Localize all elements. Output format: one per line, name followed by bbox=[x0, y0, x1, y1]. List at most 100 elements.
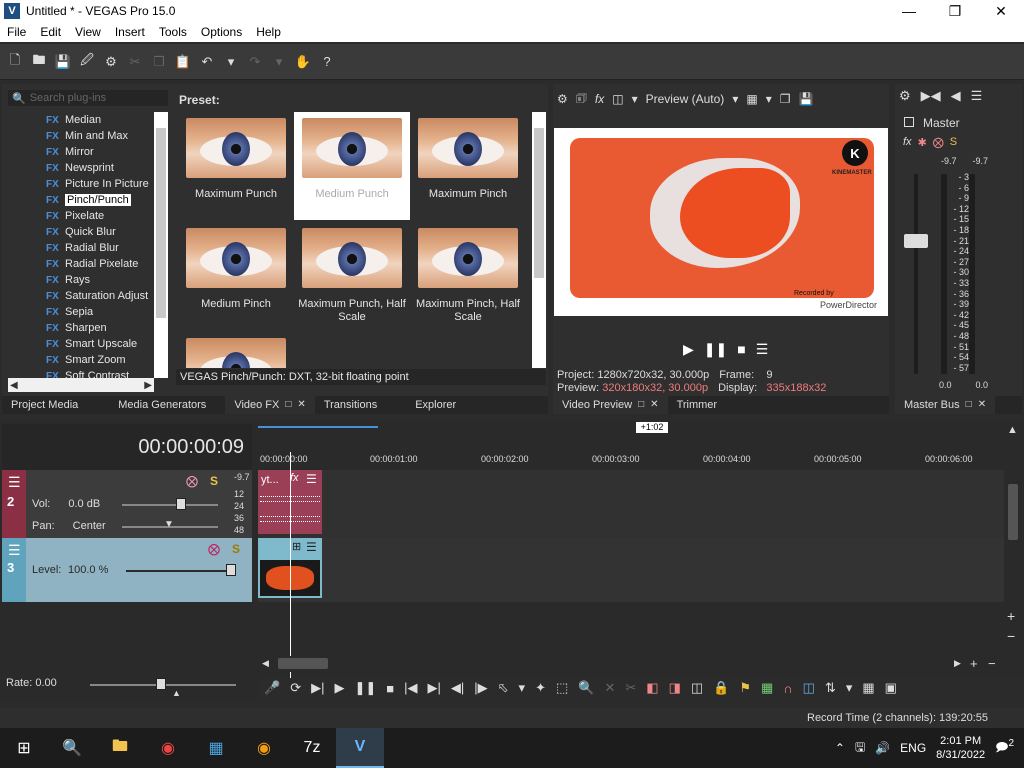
minimize-button[interactable]: — bbox=[886, 0, 932, 22]
track-menu-icon[interactable]: ☰ bbox=[8, 474, 21, 491]
save-snapshot-icon[interactable]: 💾 bbox=[798, 92, 813, 106]
plugin-item[interactable]: FX Picture In Picture bbox=[8, 176, 154, 192]
loop-region-bar[interactable]: +1:02 bbox=[258, 422, 1004, 436]
next-frame-icon[interactable]: |▶ bbox=[474, 680, 487, 696]
plugin-list-scrollbar[interactable] bbox=[154, 112, 168, 378]
volume-slider[interactable] bbox=[122, 504, 218, 506]
maximize-button[interactable]: ❐ bbox=[932, 0, 978, 22]
master-fx-icon[interactable]: fx bbox=[903, 136, 912, 149]
menu-file[interactable]: File bbox=[0, 25, 33, 39]
scroll-left-icon[interactable]: ◀ bbox=[10, 380, 18, 391]
undock-icon[interactable]: □ bbox=[966, 396, 972, 414]
tab-explorer[interactable]: Explorer bbox=[406, 396, 465, 414]
undock-icon[interactable]: □ bbox=[285, 396, 291, 414]
ignore-grouping-icon[interactable]: ▣ bbox=[885, 680, 897, 696]
chrome-icon[interactable]: ◉ bbox=[144, 728, 192, 768]
save-icon[interactable]: 💾 bbox=[54, 53, 72, 71]
new-file-icon[interactable]: 🗋 bbox=[6, 52, 24, 71]
master-solo-icon[interactable]: S bbox=[950, 136, 957, 149]
plugin-list-hscrollbar[interactable]: ◀ ▶ bbox=[8, 378, 154, 392]
menu-icon[interactable]: ☰ bbox=[756, 341, 769, 358]
close-tab-icon[interactable]: ✕ bbox=[650, 396, 658, 414]
clip-menu-icon[interactable]: ☰ bbox=[306, 472, 317, 486]
preset-tile[interactable]: Maximum Pinch, Half Scale bbox=[410, 222, 526, 330]
preset-tile[interactable]: Medium Pinch bbox=[178, 222, 294, 330]
mute-icon[interactable]: ⨂ bbox=[186, 474, 198, 488]
loop-playback-icon[interactable]: ⟳ bbox=[290, 680, 301, 696]
record-icon[interactable]: 🎤 bbox=[264, 680, 280, 696]
file-explorer-icon[interactable]: 🖿 bbox=[96, 728, 144, 768]
undo-icon[interactable]: ↶ bbox=[198, 53, 216, 71]
plugin-item[interactable]: FX Sepia bbox=[8, 304, 154, 320]
preset-tile[interactable]: Maximum Punch, Half Scale bbox=[294, 222, 410, 330]
settings-gear-icon[interactable]: ⚙ bbox=[102, 53, 120, 71]
plugin-item[interactable]: FX Smart Upscale bbox=[8, 336, 154, 352]
open-folder-icon[interactable]: 🖿 bbox=[30, 52, 48, 71]
dim-output-icon[interactable]: ◀ bbox=[951, 88, 961, 104]
scrollbar-thumb[interactable] bbox=[156, 128, 166, 318]
clip-menu-icon[interactable]: ☰ bbox=[306, 540, 317, 554]
menu-options[interactable]: Options bbox=[194, 25, 249, 39]
plugin-item[interactable]: FX Rays bbox=[8, 272, 154, 288]
level-slider[interactable] bbox=[126, 570, 236, 572]
master-bypass-icon[interactable]: ✱ bbox=[918, 136, 927, 149]
plugin-item[interactable]: FX Sharpen bbox=[8, 320, 154, 336]
notification-icon[interactable]: 🗩2 bbox=[995, 738, 1014, 759]
menu-insert[interactable]: Insert bbox=[108, 25, 152, 39]
preview-fx-icon[interactable]: fx bbox=[595, 92, 604, 106]
ripple-dropdown-icon[interactable]: ▾ bbox=[846, 680, 853, 696]
zoom-out-icon[interactable]: − bbox=[1007, 628, 1015, 644]
zoom-out-time-icon[interactable]: − bbox=[988, 656, 996, 671]
cut-icon[interactable]: ✂ bbox=[126, 53, 144, 71]
vegas-pro-taskbar-icon[interactable]: V bbox=[336, 728, 384, 768]
scroll-right-icon[interactable]: ▶ bbox=[144, 380, 152, 391]
pause-icon[interactable]: ❚❚ bbox=[354, 680, 376, 696]
search-icon[interactable]: 🔍 bbox=[48, 728, 96, 768]
redo-icon[interactable]: ↷ bbox=[246, 53, 264, 71]
redo-dropdown-icon[interactable]: ▾ bbox=[270, 53, 288, 71]
play-from-start-icon[interactable]: ▶| bbox=[311, 680, 324, 696]
plugin-item[interactable]: FX Min and Max bbox=[8, 128, 154, 144]
preset-tile[interactable]: Maximum Punch bbox=[178, 112, 294, 220]
split-screen-icon[interactable]: ◫ bbox=[612, 92, 623, 106]
ripple-edit-icon[interactable]: ⇅ bbox=[825, 680, 836, 696]
language-indicator[interactable]: ENG bbox=[900, 741, 926, 755]
master-fader-knob[interactable] bbox=[904, 234, 928, 248]
close-tab-icon[interactable]: ✕ bbox=[297, 396, 305, 414]
previous-frame-icon[interactable]: ◀| bbox=[451, 680, 464, 696]
preview-quality-select[interactable]: Preview (Auto) bbox=[646, 92, 725, 106]
master-fader-track[interactable] bbox=[914, 174, 918, 374]
master-settings-icon[interactable]: ⚙ bbox=[899, 88, 911, 104]
undock-icon[interactable]: □ bbox=[638, 396, 644, 414]
scroll-right-icon[interactable]: ▶ bbox=[954, 658, 961, 669]
scroll-left-icon[interactable]: ◀ bbox=[262, 658, 269, 669]
preview-video-frame[interactable]: K KINEMASTER Recorded by PowerDirector bbox=[554, 128, 888, 316]
lock-envelopes-icon[interactable]: ▦ bbox=[862, 680, 874, 696]
scrollbar-thumb[interactable] bbox=[534, 128, 544, 278]
preset-scrollbar[interactable] bbox=[532, 112, 546, 368]
scrollbar-thumb[interactable] bbox=[1008, 484, 1018, 540]
preview-properties-icon[interactable]: 🗊 bbox=[576, 89, 587, 110]
paste-icon[interactable]: 📋 bbox=[174, 53, 192, 71]
go-to-start-icon[interactable]: |◀ bbox=[404, 680, 417, 696]
marker-icon[interactable]: ⚑ bbox=[739, 680, 751, 696]
network-icon[interactable]: 🖫 bbox=[855, 738, 865, 759]
plugin-search-input[interactable]: 🔍 Search plug-ins bbox=[8, 90, 168, 106]
clip-fx-icon[interactable]: fx bbox=[290, 472, 299, 484]
mixer-icon[interactable]: ☰ bbox=[971, 88, 983, 104]
tab-project-media[interactable]: Project Media bbox=[2, 396, 87, 414]
overlays-dropdown-icon[interactable]: ▾ bbox=[766, 92, 772, 106]
time-ruler[interactable]: 00:00:00:00 00:00:01:00 00:00:02:00 00:0… bbox=[258, 452, 1004, 468]
preview-settings-icon[interactable]: ⚙ bbox=[557, 92, 568, 106]
mute-icon[interactable]: ⨂ bbox=[208, 542, 220, 556]
solo-icon[interactable]: S bbox=[232, 542, 240, 556]
plugin-item[interactable]: FX Newsprint bbox=[8, 160, 154, 176]
copy-snapshot-icon[interactable]: ❐ bbox=[780, 92, 791, 106]
trim-end-icon[interactable]: ◫ bbox=[691, 680, 703, 696]
plugin-item[interactable]: FX Mirror bbox=[8, 144, 154, 160]
delete-icon[interactable]: ✕ bbox=[604, 680, 615, 696]
browser-icon[interactable]: ◉ bbox=[240, 728, 288, 768]
rate-slider-knob[interactable] bbox=[156, 678, 166, 690]
audio-track-lane[interactable]: yt... fx ☰ bbox=[258, 470, 1004, 538]
pointer-help-icon[interactable]: ✋ bbox=[294, 53, 312, 71]
